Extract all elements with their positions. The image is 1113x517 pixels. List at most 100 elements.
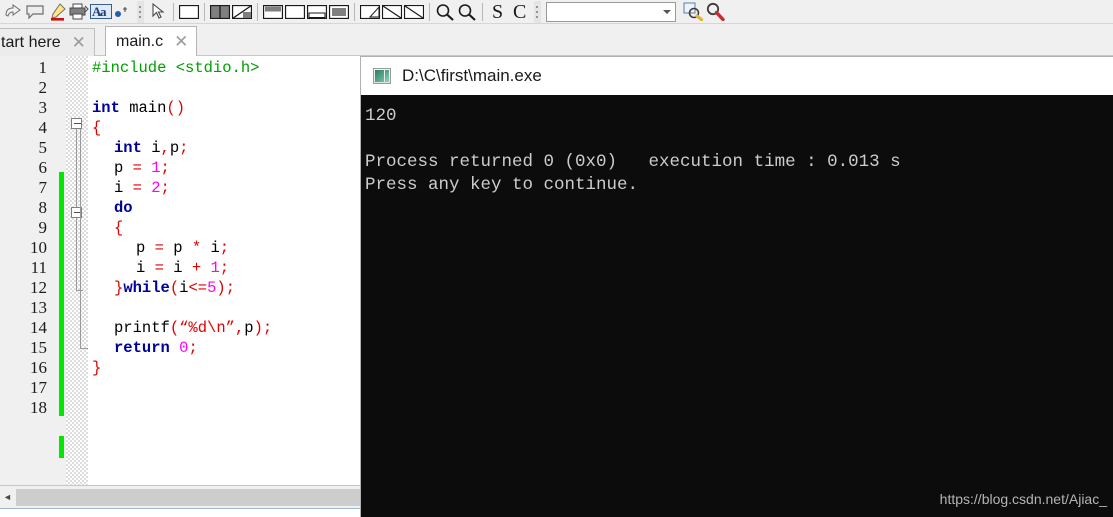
zoom-out-icon[interactable]	[434, 1, 456, 23]
fold-end-tick	[80, 348, 88, 349]
find-yellow-icon[interactable]	[682, 1, 704, 23]
code-text-area[interactable]: #include <stdio.h> int main(){int i,p; p =…	[88, 56, 368, 485]
panel-bottom-icon[interactable]	[306, 1, 328, 23]
code-token: <=	[188, 279, 208, 297]
svg-text:C: C	[513, 2, 526, 22]
close-icon[interactable]: ✕	[72, 34, 86, 51]
code-line: i = i + 1;	[136, 258, 229, 278]
code-line: {	[114, 218, 123, 238]
code-token: ()	[166, 99, 186, 117]
code-token: (	[169, 319, 180, 337]
triangle-c-icon[interactable]	[403, 1, 425, 23]
change-marker	[59, 390, 64, 416]
svg-text:a: a	[100, 4, 107, 19]
code-line: return 0;	[114, 338, 198, 358]
triangle-a-icon[interactable]	[359, 1, 381, 23]
letter-c-icon[interactable]: C	[509, 1, 531, 23]
code-token: 1	[210, 259, 220, 277]
status-bar-strip	[0, 508, 368, 517]
toolbar-grip-2[interactable]	[534, 0, 541, 23]
triangle-b-icon[interactable]	[381, 1, 403, 23]
toolbar-grip-1[interactable]	[137, 0, 144, 23]
toolbar-separator-5	[429, 2, 430, 21]
panel-diagonal-icon[interactable]	[231, 1, 253, 23]
comment-icon[interactable]	[24, 1, 46, 23]
scrollbar-thumb[interactable]	[16, 488, 367, 506]
line-number: 11	[30, 258, 47, 277]
code-token: i	[114, 179, 133, 197]
code-token: return	[114, 339, 170, 357]
line-number: 17	[30, 378, 47, 397]
zoom-in-icon[interactable]	[456, 1, 478, 23]
find-red-icon[interactable]	[704, 1, 726, 23]
panel-blank-icon[interactable]	[178, 1, 200, 23]
panel-top-icon[interactable]	[262, 1, 284, 23]
close-icon[interactable]: ✕	[174, 33, 188, 50]
line-number: 14	[30, 318, 47, 337]
line-number-gutter: 1 2 3 4 5 6 7 8 9 10 11 12 13 14 15 16 17 18	[0, 56, 56, 485]
print-icon[interactable]	[68, 1, 90, 23]
toolbar-separator-3	[257, 2, 258, 21]
highlighter-icon[interactable]	[46, 1, 68, 23]
abc-style-icon[interactable]: A a	[90, 1, 112, 23]
code-token: printf	[114, 319, 170, 337]
redo-icon[interactable]	[2, 1, 24, 23]
line-number: 6	[38, 158, 48, 177]
line-number: 1	[38, 58, 48, 77]
breakpoint-icon[interactable]	[112, 1, 134, 23]
tab-start-here[interactable]: tart here ✕	[0, 28, 95, 56]
code-token: }	[92, 359, 102, 377]
pointer-icon[interactable]	[147, 1, 169, 23]
change-marker-gutter	[56, 56, 66, 485]
code-token: *	[191, 239, 202, 257]
line-number: 18	[30, 398, 47, 417]
tab-label: tart here	[1, 33, 61, 51]
code-line: }	[92, 358, 101, 378]
letter-s-icon[interactable]: S	[487, 1, 509, 23]
code-line: int i,p;	[114, 138, 188, 158]
line-number: 16	[30, 358, 47, 377]
console-output[interactable]: 120 Process returned 0 (0x0) execution t…	[361, 95, 1113, 517]
code-token: i	[163, 259, 192, 277]
code-token: {	[92, 119, 102, 137]
console-titlebar[interactable]: D:\C\first\main.exe	[361, 57, 1113, 95]
code-token: p	[114, 159, 133, 177]
editor-horizontal-scrollbar[interactable]: ◄	[0, 485, 368, 508]
panel-split-icon[interactable]	[209, 1, 231, 23]
fold-bracket-line	[76, 218, 77, 290]
code-token: int	[114, 139, 142, 157]
code-token: =	[132, 179, 142, 197]
search-scope-combo[interactable]	[546, 1, 676, 22]
ide-window: A a S C tart here ✕ main.c ✕ 1 2 3 4 5 6…	[0, 0, 1113, 517]
code-token: )	[253, 319, 263, 337]
scroll-left-arrow-icon[interactable]: ◄	[0, 487, 15, 508]
panel-empty-icon[interactable]	[284, 1, 306, 23]
code-line: {	[92, 118, 101, 138]
editor-tabbar: tart here ✕ main.c ✕	[0, 24, 1113, 56]
line-number: 12	[30, 278, 47, 297]
panel-filled-icon[interactable]	[328, 1, 350, 23]
code-token: ;	[262, 319, 273, 337]
code-fold-gutter[interactable]	[66, 56, 88, 485]
code-token: }	[114, 279, 124, 297]
change-marker	[59, 436, 64, 458]
code-line: p = 1;	[114, 158, 170, 178]
line-number: 5	[38, 138, 48, 157]
console-title-text: D:\C\first\main.exe	[402, 66, 542, 85]
tab-main-c[interactable]: main.c ✕	[105, 26, 198, 56]
code-token: ;	[219, 259, 230, 277]
toolbar-separator-4	[354, 2, 355, 21]
code-editor[interactable]: 1 2 3 4 5 6 7 8 9 10 11 12 13 14 15 16 17 18 #include <st…	[0, 56, 368, 485]
console-window-icon	[373, 68, 391, 84]
console-line: 120	[365, 106, 397, 126]
code-token: i	[141, 139, 161, 157]
line-number: 10	[30, 238, 47, 257]
code-token: 5	[207, 279, 217, 297]
fold-toggle-icon[interactable]	[71, 118, 82, 129]
code-token: i	[136, 259, 155, 277]
code-token: ;	[225, 279, 235, 297]
console-window[interactable]: D:\C\first\main.exe 120 Process returned…	[360, 56, 1113, 517]
code-token: ;	[219, 239, 230, 257]
